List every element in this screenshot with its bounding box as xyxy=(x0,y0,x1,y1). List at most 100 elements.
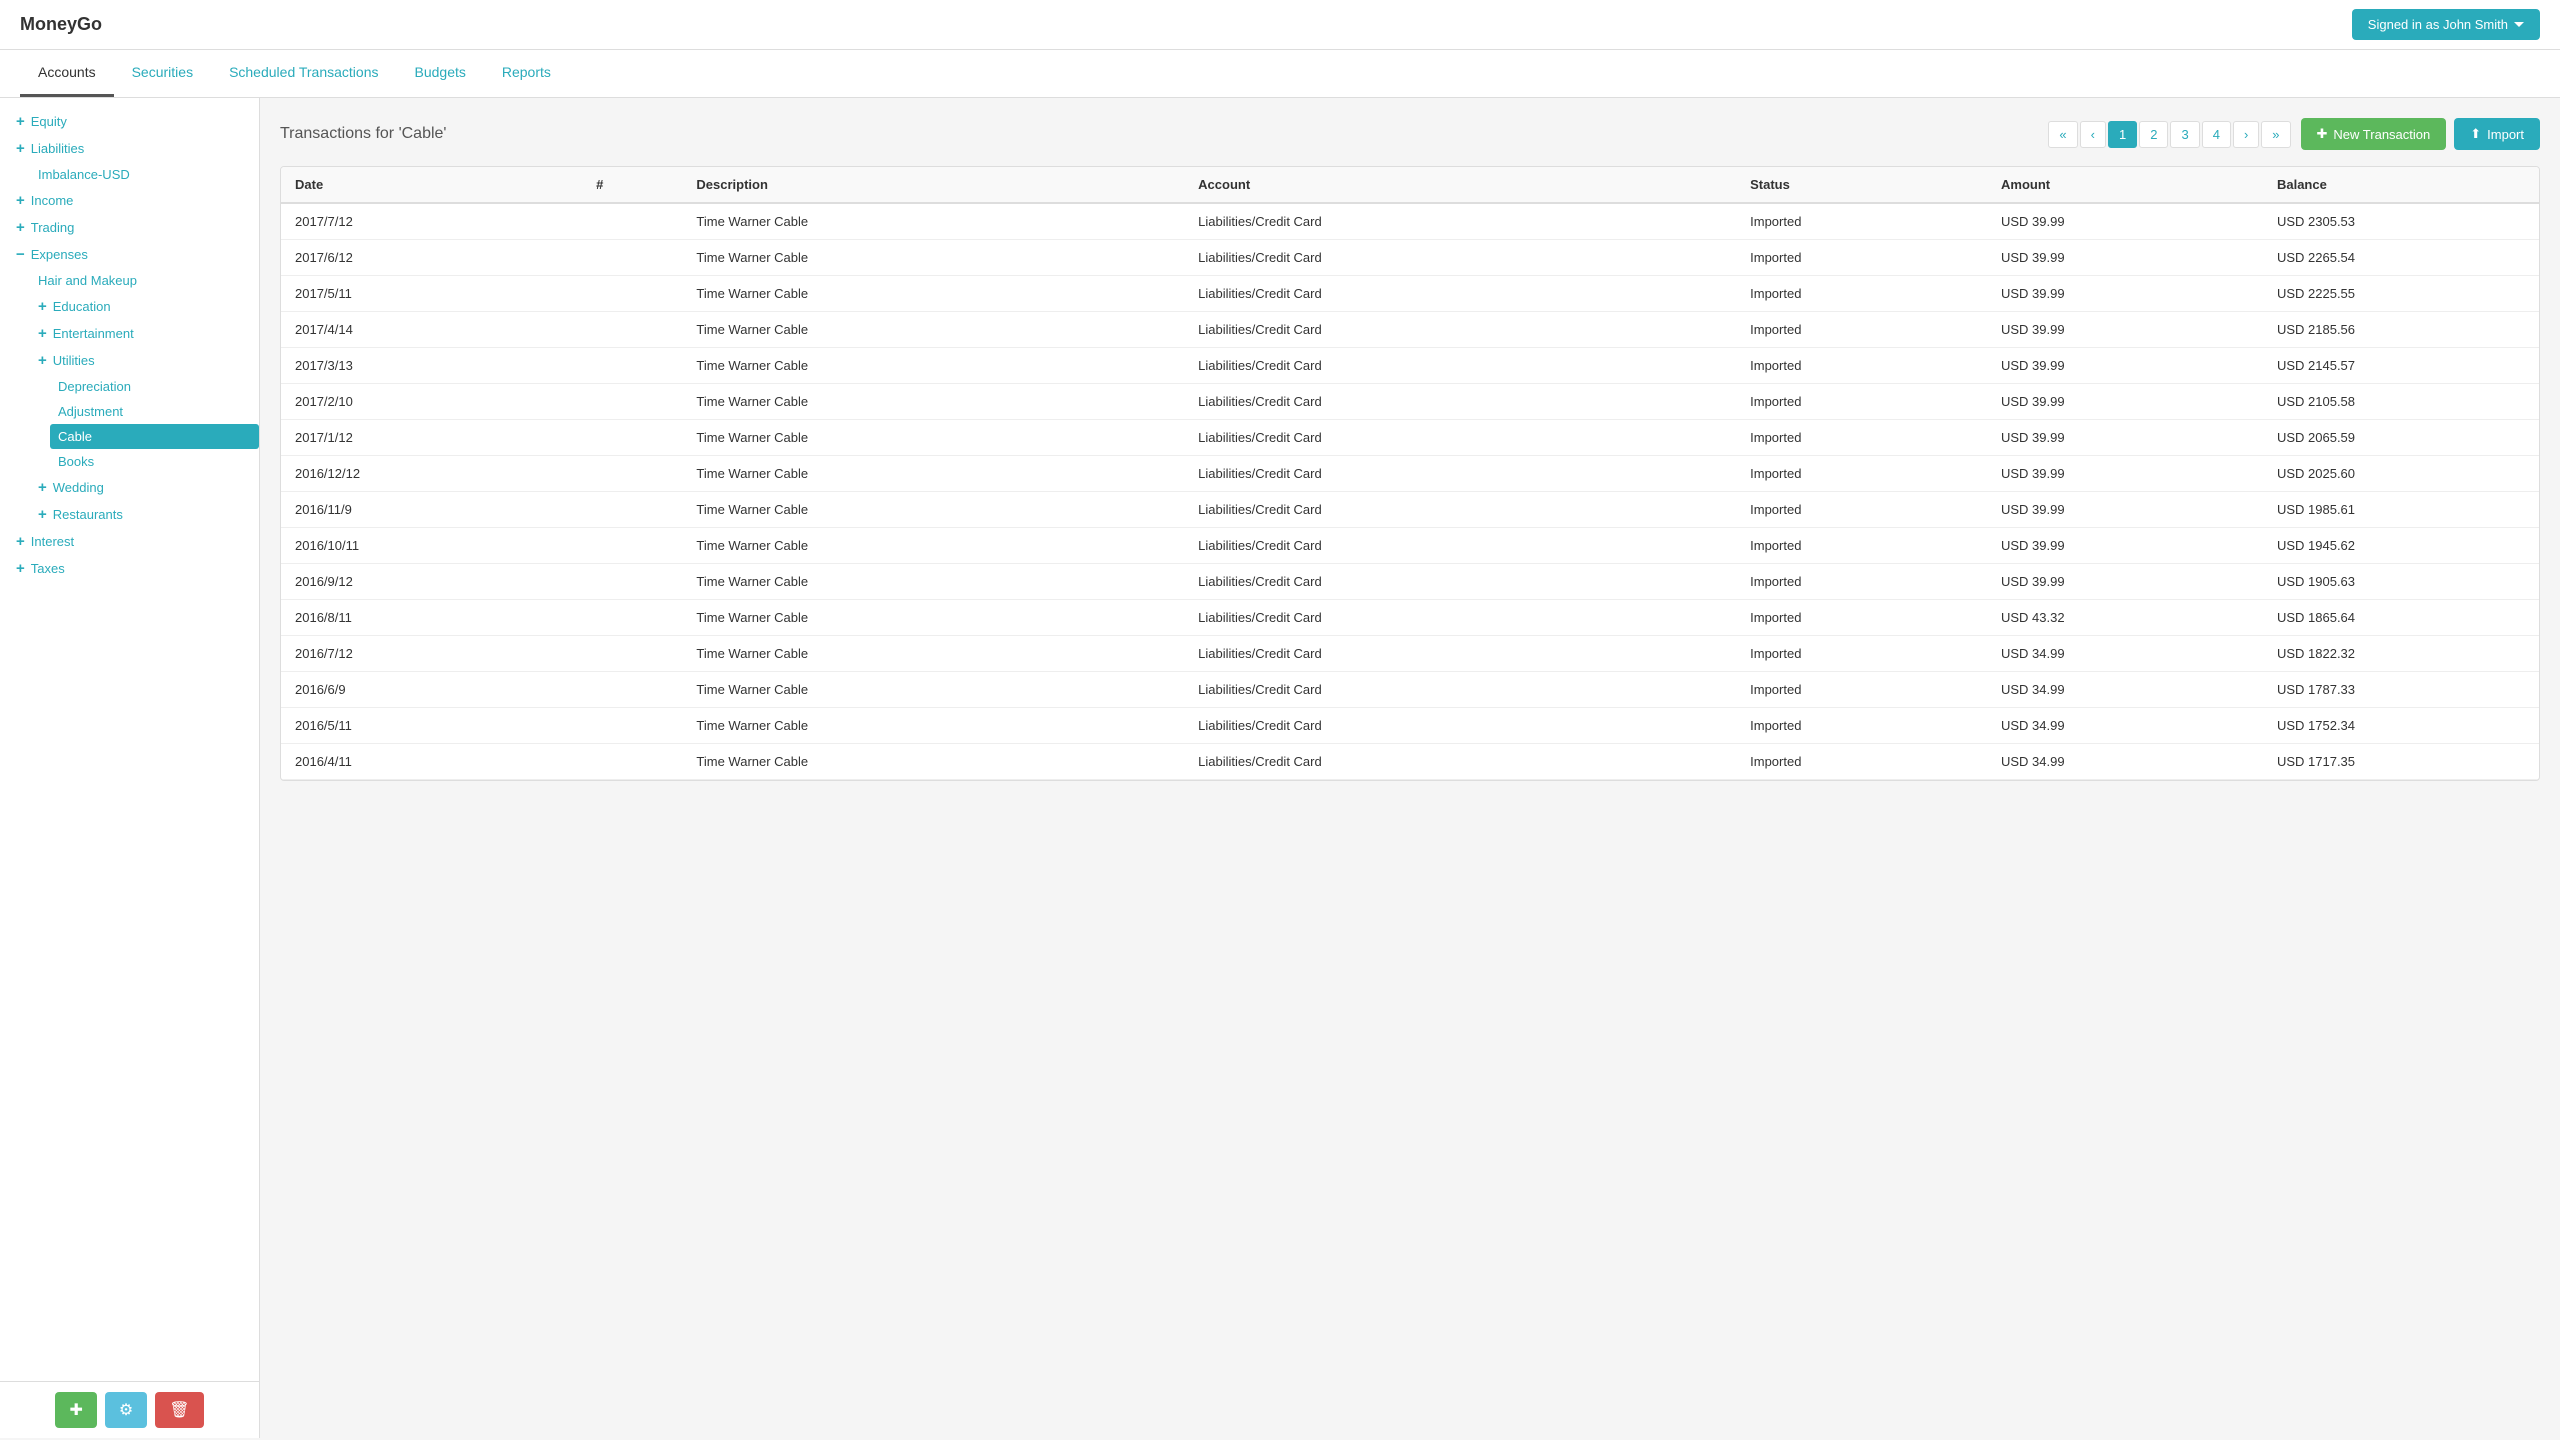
expand-equity-icon[interactable]: + xyxy=(16,113,25,130)
tab-budgets[interactable]: Budgets xyxy=(397,50,484,97)
sidebar-item-trading[interactable]: + Trading xyxy=(0,214,259,241)
cell-balance: USD 2065.59 xyxy=(2263,420,2539,456)
import-icon: ⬆ xyxy=(2470,126,2481,142)
pagination-page-4[interactable]: 4 xyxy=(2202,121,2231,148)
table-header-row: Date # Description Account Status Amount… xyxy=(281,167,2539,203)
cell-amount: USD 39.99 xyxy=(1987,492,2263,528)
table-row[interactable]: 2016/11/9Time Warner CableLiabilities/Cr… xyxy=(281,492,2539,528)
sidebar-item-liabilities[interactable]: + Liabilities xyxy=(0,135,259,162)
cell-date: 2016/12/12 xyxy=(281,456,582,492)
expand-trading-icon[interactable]: + xyxy=(16,219,25,236)
sidebar-item-label: Restaurants xyxy=(53,507,123,522)
cell-account: Liabilities/Credit Card xyxy=(1184,564,1736,600)
sidebar-item-utilities[interactable]: + Utilities xyxy=(30,347,259,374)
col-header-status: Status xyxy=(1736,167,1987,203)
col-header-desc: Description xyxy=(682,167,1184,203)
cell-date: 2016/10/11 xyxy=(281,528,582,564)
table-row[interactable]: 2016/10/11Time Warner CableLiabilities/C… xyxy=(281,528,2539,564)
sidebar-item-interest[interactable]: + Interest xyxy=(0,528,259,555)
settings-button[interactable]: ⚙ xyxy=(105,1392,147,1428)
cell-status: Imported xyxy=(1736,636,1987,672)
table-row[interactable]: 2016/6/9Time Warner CableLiabilities/Cre… xyxy=(281,672,2539,708)
table-row[interactable]: 2017/4/14Time Warner CableLiabilities/Cr… xyxy=(281,312,2539,348)
table-row[interactable]: 2017/2/10Time Warner CableLiabilities/Cr… xyxy=(281,384,2539,420)
import-button[interactable]: ⬆ Import xyxy=(2454,118,2540,150)
main-content: Transactions for 'Cable' « ‹ 1 2 3 4 › »… xyxy=(260,98,2560,1438)
table-row[interactable]: 2017/7/12Time Warner CableLiabilities/Cr… xyxy=(281,203,2539,240)
cell-num xyxy=(582,348,682,384)
pagination-page-1[interactable]: 1 xyxy=(2108,121,2137,148)
table-row[interactable]: 2016/9/12Time Warner CableLiabilities/Cr… xyxy=(281,564,2539,600)
sidebar-item-restaurants[interactable]: + Restaurants xyxy=(30,501,259,528)
pagination-page-2[interactable]: 2 xyxy=(2139,121,2168,148)
expand-taxes-icon[interactable]: + xyxy=(16,560,25,577)
col-header-account: Account xyxy=(1184,167,1736,203)
expand-interest-icon[interactable]: + xyxy=(16,533,25,550)
table-row[interactable]: 2016/8/11Time Warner CableLiabilities/Cr… xyxy=(281,600,2539,636)
table-row[interactable]: 2016/7/12Time Warner CableLiabilities/Cr… xyxy=(281,636,2539,672)
sidebar-item-education[interactable]: + Education xyxy=(30,293,259,320)
pagination-next[interactable]: › xyxy=(2233,121,2259,148)
cell-amount: USD 39.99 xyxy=(1987,384,2263,420)
table-row[interactable]: 2017/5/11Time Warner CableLiabilities/Cr… xyxy=(281,276,2539,312)
app-logo: MoneyGo xyxy=(20,14,102,35)
cell-num xyxy=(582,240,682,276)
cell-status: Imported xyxy=(1736,312,1987,348)
table-row[interactable]: 2016/5/11Time Warner CableLiabilities/Cr… xyxy=(281,708,2539,744)
sidebar-item-income[interactable]: + Income xyxy=(0,187,259,214)
sidebar-item-wedding[interactable]: + Wedding xyxy=(30,474,259,501)
expand-entertainment-icon[interactable]: + xyxy=(38,325,47,342)
pagination-page-3[interactable]: 3 xyxy=(2170,121,2199,148)
table-row[interactable]: 2017/1/12Time Warner CableLiabilities/Cr… xyxy=(281,420,2539,456)
cell-status: Imported xyxy=(1736,708,1987,744)
new-transaction-button[interactable]: ✚ New Transaction xyxy=(2301,118,2447,150)
sidebar-item-cable[interactable]: Cable xyxy=(50,424,259,449)
expand-education-icon[interactable]: + xyxy=(38,298,47,315)
tab-securities[interactable]: Securities xyxy=(114,50,211,97)
expand-income-icon[interactable]: + xyxy=(16,192,25,209)
sidebar-item-imbalance[interactable]: Imbalance-USD xyxy=(30,162,259,187)
sidebar-item-hair-makeup[interactable]: Hair and Makeup xyxy=(30,268,259,293)
cell-status: Imported xyxy=(1736,240,1987,276)
sidebar-item-expenses[interactable]: − Expenses xyxy=(0,241,259,268)
add-account-button[interactable]: ✚ xyxy=(55,1392,96,1428)
expand-restaurants-icon[interactable]: + xyxy=(38,506,47,523)
sidebar-item-label: Interest xyxy=(31,534,74,549)
pagination-first[interactable]: « xyxy=(2048,121,2077,148)
delete-account-button[interactable]: 🗑 xyxy=(155,1392,203,1428)
cell-num xyxy=(582,420,682,456)
expand-utilities-icon[interactable]: + xyxy=(38,352,47,369)
collapse-expenses-icon[interactable]: − xyxy=(16,246,25,263)
pagination-last[interactable]: » xyxy=(2261,121,2290,148)
sidebar-item-depreciation[interactable]: Depreciation xyxy=(50,374,259,399)
cell-account: Liabilities/Credit Card xyxy=(1184,672,1736,708)
cell-balance: USD 2025.60 xyxy=(2263,456,2539,492)
sidebar-item-equity[interactable]: + Equity xyxy=(0,108,259,135)
table-row[interactable]: 2017/6/12Time Warner CableLiabilities/Cr… xyxy=(281,240,2539,276)
cell-num xyxy=(582,672,682,708)
transactions-table-wrapper: Date # Description Account Status Amount… xyxy=(280,166,2540,781)
cell-date: 2017/1/12 xyxy=(281,420,582,456)
table-row[interactable]: 2017/3/13Time Warner CableLiabilities/Cr… xyxy=(281,348,2539,384)
sidebar-item-books[interactable]: Books xyxy=(50,449,259,474)
cell-amount: USD 39.99 xyxy=(1987,312,2263,348)
tab-accounts[interactable]: Accounts xyxy=(20,50,114,97)
main-tabs: Accounts Securities Scheduled Transactio… xyxy=(0,50,2560,98)
tab-reports[interactable]: Reports xyxy=(484,50,569,97)
user-menu-button[interactable]: Signed in as John Smith xyxy=(2352,9,2540,40)
tab-scheduled-transactions[interactable]: Scheduled Transactions xyxy=(211,50,396,97)
sidebar-item-taxes[interactable]: + Taxes xyxy=(0,555,259,582)
sidebar-item-adjustment[interactable]: Adjustment xyxy=(50,399,259,424)
table-row[interactable]: 2016/4/11Time Warner CableLiabilities/Cr… xyxy=(281,744,2539,780)
table-row[interactable]: 2016/12/12Time Warner CableLiabilities/C… xyxy=(281,456,2539,492)
action-buttons: ✚ New Transaction ⬆ Import xyxy=(2301,118,2540,150)
sidebar-item-entertainment[interactable]: + Entertainment xyxy=(30,320,259,347)
sidebar: + Equity + Liabilities Imbalance-USD + I… xyxy=(0,98,260,1438)
expand-wedding-icon[interactable]: + xyxy=(38,479,47,496)
pagination-prev[interactable]: ‹ xyxy=(2080,121,2106,148)
cell-status: Imported xyxy=(1736,384,1987,420)
cell-desc: Time Warner Cable xyxy=(682,636,1184,672)
content-header: Transactions for 'Cable' « ‹ 1 2 3 4 › »… xyxy=(280,118,2540,150)
expand-liabilities-icon[interactable]: + xyxy=(16,140,25,157)
cell-desc: Time Warner Cable xyxy=(682,312,1184,348)
